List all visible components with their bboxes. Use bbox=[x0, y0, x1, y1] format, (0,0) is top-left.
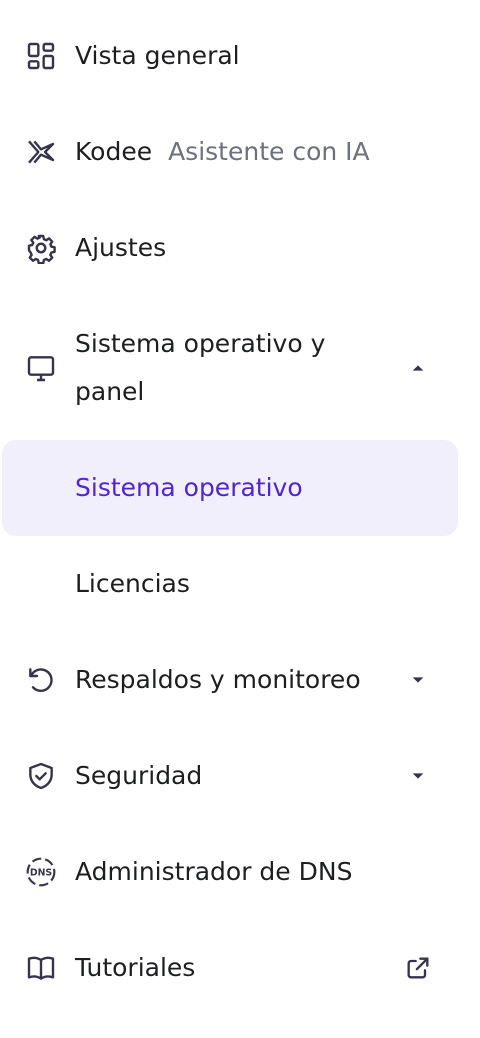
kodee-icon bbox=[24, 135, 58, 169]
dns-icon: DNS bbox=[24, 855, 58, 889]
external-link-icon bbox=[404, 954, 432, 982]
gear-icon bbox=[24, 231, 58, 265]
nav-item-label: Kodee Asistente con IA bbox=[75, 128, 370, 176]
chevron-down-icon bbox=[408, 670, 428, 690]
nav-item-label: Vista general bbox=[75, 41, 240, 70]
nav-item-dns[interactable]: DNS Administrador de DNS bbox=[0, 848, 480, 896]
chevron-up-icon bbox=[408, 358, 428, 378]
monitor-icon bbox=[24, 351, 58, 385]
svg-text:DNS: DNS bbox=[30, 867, 53, 878]
grid-icon bbox=[24, 39, 58, 73]
shield-check-icon bbox=[24, 759, 58, 793]
nav-item-os-panel[interactable]: Sistema operativo y panel bbox=[0, 320, 480, 416]
nav-subitem-label: Licencias bbox=[75, 569, 190, 598]
nav-item-overview[interactable]: Vista general bbox=[0, 32, 480, 80]
restore-icon bbox=[24, 663, 58, 697]
nav-item-kodee[interactable]: Kodee Asistente con IA bbox=[0, 128, 480, 176]
book-icon bbox=[24, 951, 58, 985]
nav-item-backups[interactable]: Respaldos y monitoreo bbox=[0, 656, 480, 704]
nav-subitem-licenses[interactable]: Licencias bbox=[0, 560, 480, 608]
kodee-sublabel: Asistente con IA bbox=[168, 137, 370, 166]
nav-item-label: Tutoriales bbox=[75, 953, 196, 982]
nav-item-security[interactable]: Seguridad bbox=[0, 752, 480, 800]
nav-item-label: Seguridad bbox=[75, 761, 203, 790]
nav-subitem-os[interactable]: Sistema operativo bbox=[0, 464, 480, 512]
nav-item-tutorials[interactable]: Tutoriales bbox=[0, 944, 480, 992]
nav-item-label: Ajustes bbox=[75, 233, 167, 262]
chevron-down-icon bbox=[408, 766, 428, 786]
nav-item-label: Sistema operativo y panel bbox=[75, 329, 326, 406]
sidebar-nav: Vista general Kodee Asistente con IA Ajus… bbox=[0, 0, 480, 1038]
nav-item-label: Administrador de DNS bbox=[75, 857, 353, 886]
nav-subitem-label: Sistema operativo bbox=[75, 473, 303, 502]
nav-item-label: Respaldos y monitoreo bbox=[75, 665, 361, 694]
nav-item-settings[interactable]: Ajustes bbox=[0, 224, 480, 272]
kodee-label: Kodee bbox=[75, 137, 153, 166]
